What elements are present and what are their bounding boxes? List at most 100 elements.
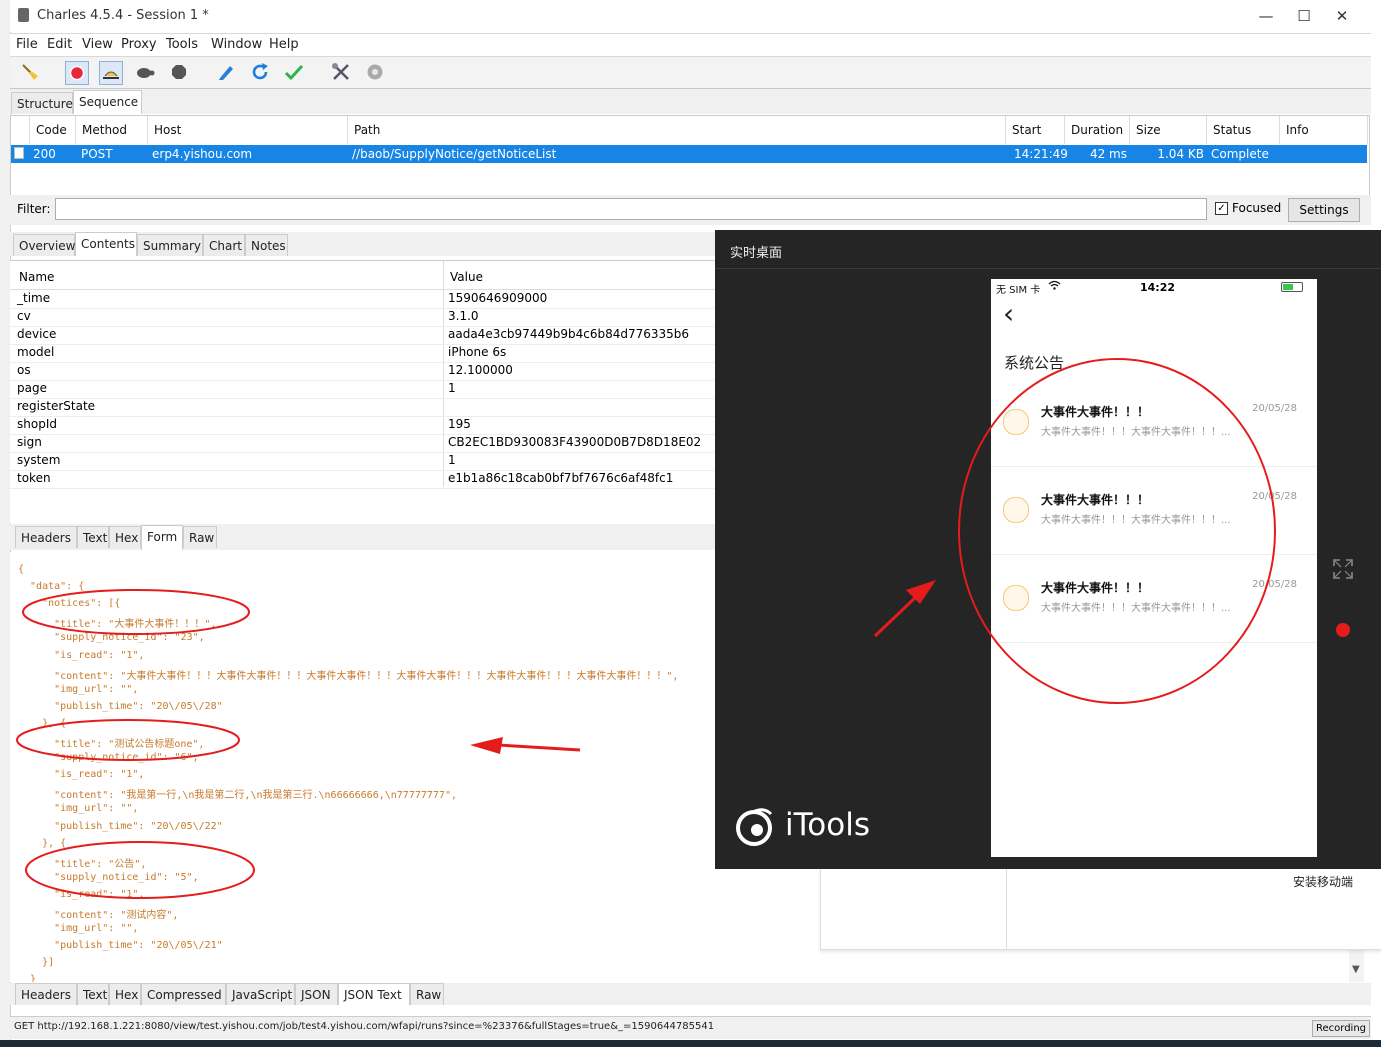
tab-text[interactable]: Text: [77, 526, 109, 548]
col-value[interactable]: Value: [450, 270, 483, 284]
table-row[interactable]: device aada4e3cb97449b9b4c6b84d776335b6: [10, 326, 715, 345]
table-row[interactable]: model iPhone 6s: [10, 344, 715, 363]
json-line: "publish_time": "20\/05\/22": [18, 820, 223, 832]
stop-icon[interactable]: [168, 61, 190, 83]
json-line: }: [18, 974, 37, 982]
col-path[interactable]: Path: [348, 116, 1006, 144]
menu-window[interactable]: Window: [211, 37, 262, 52]
tab-notes[interactable]: Notes: [245, 234, 288, 256]
form-param-name: model: [17, 345, 55, 359]
tab-raw[interactable]: Raw: [183, 526, 217, 548]
col-status[interactable]: Status: [1207, 116, 1280, 144]
menu-view[interactable]: View: [82, 37, 113, 52]
json-line: "title": "公告",: [18, 858, 147, 870]
tab-form[interactable]: Form: [141, 525, 183, 550]
request-tabs: Headers Text Hex Form Raw: [10, 524, 715, 550]
itools-logo: iTools: [733, 804, 870, 846]
back-icon[interactable]: ‹: [1003, 297, 1014, 330]
tab-headers-response[interactable]: Headers: [15, 983, 77, 1005]
table-row[interactable]: sign CB2EC1BD930083F43900D0B7D8D18E02: [10, 434, 715, 453]
table-row[interactable]: token e1b1a86c18cab0bf7bf7676c6af48fc1: [10, 470, 715, 489]
json-line: "publish_time": "20\/05\/28": [18, 700, 223, 712]
col-name[interactable]: Name: [19, 270, 54, 284]
turtle-icon[interactable]: [134, 61, 156, 83]
tools-icon[interactable]: [330, 61, 352, 83]
table-row[interactable]: cv 3.1.0: [10, 308, 715, 327]
row-duration: 42 ms: [1089, 147, 1127, 161]
tab-compressed[interactable]: Compressed: [141, 983, 226, 1005]
tab-chart[interactable]: Chart: [203, 234, 245, 256]
form-param-name: os: [17, 363, 31, 377]
notice-date: 20/05/28: [1252, 403, 1297, 414]
menu-tools[interactable]: Tools: [166, 37, 198, 52]
recording-indicator[interactable]: Recording: [1312, 1020, 1370, 1037]
form-param-name: registerState: [17, 399, 96, 413]
form-param-value: aada4e3cb97449b9b4c6b84d776335b6: [448, 327, 690, 341]
table-row[interactable]: 200 POST erp4.yishou.com //baob/SupplyNo…: [11, 145, 1367, 163]
tab-structure[interactable]: Structure: [11, 92, 73, 114]
table-row[interactable]: os 12.100000: [10, 362, 715, 381]
notice-title: 大事件大事件！！！: [1041, 493, 1150, 507]
col-duration[interactable]: Duration: [1065, 116, 1130, 144]
menu-help[interactable]: Help: [269, 37, 299, 52]
scroll-down-icon[interactable]: ▼: [1352, 964, 1360, 975]
broom-icon[interactable]: [19, 61, 41, 83]
tab-contents[interactable]: Contents: [75, 232, 137, 256]
notice-date: 20/05/28: [1252, 491, 1297, 502]
tab-text-response[interactable]: Text: [77, 983, 109, 1005]
notice-content: 大事件大事件！！！大事件大事件！！！...: [1041, 427, 1231, 438]
menu-proxy[interactable]: Proxy: [121, 37, 157, 52]
col-start[interactable]: Start: [1006, 116, 1065, 144]
tab-raw-response[interactable]: Raw: [410, 983, 444, 1005]
tab-overview[interactable]: Overview: [13, 234, 76, 256]
table-row[interactable]: shopId 195: [10, 416, 715, 435]
table-row[interactable]: system 1: [10, 452, 715, 471]
json-line: "notices": [{: [18, 598, 121, 610]
menu-edit[interactable]: Edit: [47, 37, 72, 52]
focused-checkbox[interactable]: ✓: [1215, 202, 1228, 215]
menu-file[interactable]: File: [16, 37, 38, 52]
table-row[interactable]: _time 1590646909000: [10, 290, 715, 309]
focused-label: Focused: [1232, 201, 1282, 215]
bell-icon: [1003, 497, 1029, 523]
tab-sequence[interactable]: Sequence: [73, 90, 142, 114]
tab-hex[interactable]: Hex: [109, 526, 141, 548]
settings-button[interactable]: Settings: [1288, 198, 1360, 222]
json-line: "is_read": "1",: [18, 888, 145, 900]
json-line: "title": "大事件大事件！！！",: [18, 619, 217, 631]
record-dot-icon[interactable]: [1336, 623, 1350, 637]
col-host[interactable]: Host: [148, 116, 348, 144]
json-line: "content": "测试内容",: [18, 910, 179, 921]
notice-page-title: 系统公告: [1004, 354, 1065, 372]
tab-json[interactable]: JSON: [295, 983, 338, 1005]
check-icon[interactable]: [283, 61, 305, 83]
col-size[interactable]: Size: [1130, 116, 1207, 144]
json-line: "img_url": "",: [18, 683, 139, 695]
gear-icon[interactable]: [364, 61, 386, 83]
table-row[interactable]: registerState: [10, 398, 715, 417]
maximize-button[interactable]: ☐: [1286, 4, 1322, 28]
list-item[interactable]: 大事件大事件！！！ 20/05/28 大事件大事件！！！大事件大事件！！！...: [991, 379, 1317, 467]
close-button[interactable]: ✕: [1324, 4, 1360, 28]
request-form-table: Name Value _time 1590646909000 cv 3.1.0 devi…: [10, 260, 715, 523]
table-row[interactable]: page 1: [10, 380, 715, 399]
tab-json-text[interactable]: JSON Text: [338, 983, 410, 1005]
fullscreen-icon[interactable]: [1332, 558, 1354, 583]
tab-javascript[interactable]: JavaScript: [226, 983, 295, 1005]
pen-icon[interactable]: [215, 61, 237, 83]
record-icon[interactable]: [65, 61, 89, 85]
tab-hex-response[interactable]: Hex: [109, 983, 141, 1005]
install-mobile-label[interactable]: 安装移动端: [1293, 873, 1353, 890]
col-info[interactable]: Info: [1280, 116, 1368, 144]
list-item[interactable]: 大事件大事件！！！ 20/05/28 大事件大事件！！！大事件大事件！！！...: [991, 467, 1317, 555]
tab-summary[interactable]: Summary: [137, 234, 203, 256]
tab-headers[interactable]: Headers: [15, 526, 77, 548]
taskbar: [0, 1040, 1381, 1047]
minimize-button[interactable]: —: [1248, 4, 1284, 28]
filter-input[interactable]: [55, 198, 1207, 220]
list-item[interactable]: 大事件大事件！！！ 20/05/28 大事件大事件！！！大事件大事件！！！...: [991, 555, 1317, 643]
col-code[interactable]: Code: [30, 116, 76, 144]
col-method[interactable]: Method: [76, 116, 148, 144]
throttle-icon[interactable]: [99, 61, 123, 85]
refresh-icon[interactable]: [249, 61, 271, 83]
